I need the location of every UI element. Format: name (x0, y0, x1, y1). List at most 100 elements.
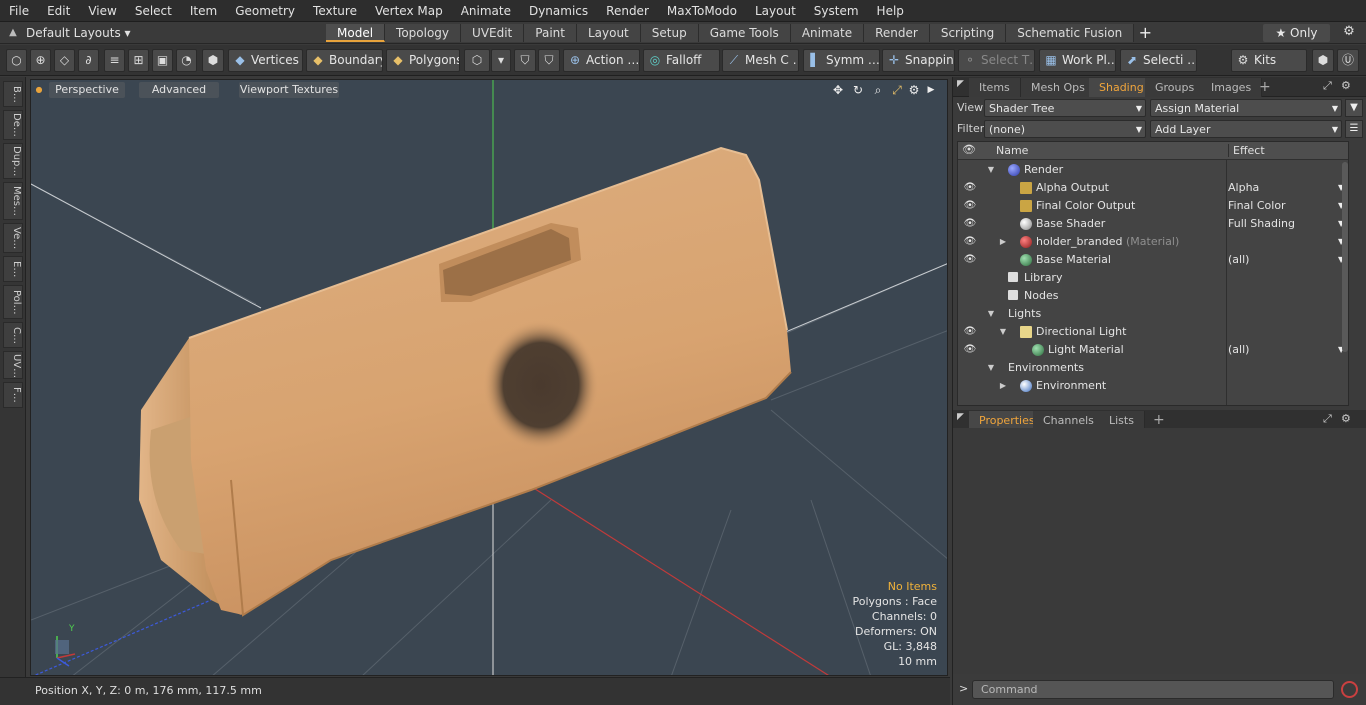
view-select[interactable]: Shader Tree ▼ (984, 99, 1146, 117)
menu-select[interactable]: Select (126, 0, 181, 22)
globe-icon[interactable]: ⊕ (30, 49, 51, 72)
tab-vertex[interactable]: Ve… (3, 223, 23, 253)
tree-row-base-material[interactable]: 👁 Base Material (all) ▼ (958, 251, 1348, 269)
menu-edit[interactable]: Edit (38, 0, 79, 22)
expand-arrow-icon[interactable]: ▼ (986, 305, 996, 323)
menu-help[interactable]: Help (868, 0, 913, 22)
tab-polygon[interactable]: Pol… (3, 285, 23, 319)
eye-icon[interactable]: 👁 (963, 251, 977, 269)
tab-topology[interactable]: Topology (385, 23, 462, 42)
eye-icon[interactable]: 👁 (963, 323, 977, 341)
expand-arrow-icon[interactable]: ▼ (986, 161, 996, 179)
menu-layout[interactable]: Layout (746, 0, 805, 22)
square-circle-icon[interactable]: ▣ (152, 49, 173, 72)
select-through-button[interactable]: ⚬Select T… (958, 49, 1035, 72)
tree-row-lights[interactable]: ▼ Lights (958, 305, 1348, 323)
tab-schematic-fusion[interactable]: Schematic Fusion (1006, 23, 1135, 42)
tab-uvedit[interactable]: UVEdit (461, 23, 525, 42)
tab-deform[interactable]: De… (3, 110, 23, 140)
panel-gear-icon[interactable]: ⚙ (1341, 412, 1351, 425)
selection-sets-button[interactable]: ⬈ Selecti … (1120, 49, 1197, 72)
viewport-gear-icon[interactable]: ⚙ (906, 82, 922, 98)
tab-basic[interactable]: B… (3, 81, 23, 107)
pan-icon[interactable]: ✥ (830, 82, 846, 98)
tree-row-base-shader[interactable]: 👁 Base Shader Full Shading ▼ (958, 215, 1348, 233)
tab-edge[interactable]: E… (3, 256, 23, 282)
menu-geometry[interactable]: Geometry (226, 0, 304, 22)
menu-vertex-map[interactable]: Vertex Map (366, 0, 452, 22)
menu-maxtomodo[interactable]: MaxToModo (658, 0, 746, 22)
tree-row-nodes[interactable]: Nodes (958, 287, 1348, 305)
collapse-arrow-icon[interactable]: ▲ (0, 27, 26, 38)
tab-setup[interactable]: Setup (640, 23, 699, 42)
item-mode-icon[interactable]: ⬢ (202, 49, 224, 72)
tree-row-environment[interactable]: ▶ Environment (958, 377, 1348, 395)
tab-mesh-ops[interactable]: Mesh Ops (1021, 78, 1096, 97)
falloff-button[interactable]: ◎ Falloff (643, 49, 720, 72)
tree-row-render[interactable]: ▼ Render (958, 161, 1348, 179)
tab-scripting[interactable]: Scripting (929, 23, 1007, 42)
circle-select-icon[interactable]: ○ (6, 49, 27, 72)
tab-model[interactable]: Model (326, 23, 386, 42)
expand-arrow-icon[interactable]: ▼ (986, 359, 996, 377)
tab-render[interactable]: Render (864, 23, 930, 42)
tab-uv[interactable]: UV… (3, 351, 23, 379)
tab-duplicate[interactable]: Dup… (3, 143, 23, 179)
zoom-icon[interactable]: ⌕ (870, 82, 886, 98)
material-mode-icon[interactable]: ⬡ (464, 49, 490, 72)
panel-corner-icon[interactable]: ◤ (957, 79, 964, 89)
brush-icon[interactable]: ∂ (78, 49, 99, 72)
tree-row-final-color-output[interactable]: 👁 Final Color Output Final Color ▼ (958, 197, 1348, 215)
assign-material-select[interactable]: Assign Material ▼ (1150, 99, 1342, 117)
add-layer-select[interactable]: Add Layer ▼ (1150, 120, 1342, 138)
menu-animate[interactable]: Animate (452, 0, 520, 22)
viewport-dot-icon[interactable]: ● (33, 82, 45, 98)
view-perspective-button[interactable]: Perspective (49, 82, 125, 98)
menu-file[interactable]: File (0, 0, 38, 22)
only-toggle-button[interactable]: ★ Only (1263, 24, 1330, 42)
layout-gear-icon[interactable]: ⚙ (1338, 24, 1360, 42)
add-panel-tab-icon[interactable]: + (1153, 410, 1165, 430)
shield-check-icon[interactable]: ⛉ (538, 49, 560, 72)
kits-button[interactable]: ⚙ Kits (1231, 49, 1307, 72)
filter-select[interactable]: (none) ▼ (984, 120, 1146, 138)
advanced-shading-button[interactable]: Advanced (139, 82, 219, 98)
viewport-textures-button[interactable]: Viewport Textures (239, 82, 339, 98)
boundary-button[interactable]: ◆ Boundary (306, 49, 383, 72)
menu-texture[interactable]: Texture (304, 0, 366, 22)
tree-row-directional-light[interactable]: 👁 ▼ Directional Light (958, 323, 1348, 341)
tab-mesh-edit[interactable]: Mes… (3, 182, 23, 220)
panel-corner-icon[interactable]: ◤ (957, 412, 964, 422)
tree-row-light-material[interactable]: 👁 Light Material (all) ▼ (958, 341, 1348, 359)
mesh-constraint-button[interactable]: ⟋ Mesh C … (722, 49, 799, 72)
list-options-icon[interactable]: ☰ (1345, 120, 1363, 138)
shield-icon[interactable]: ⛉ (514, 49, 536, 72)
unreal-icon[interactable]: Ⓤ (1337, 49, 1359, 72)
shader-tree-scrollbar[interactable] (1342, 162, 1348, 352)
eye-icon[interactable]: 👁 (963, 215, 977, 233)
tab-items[interactable]: Items (969, 78, 1021, 97)
polygons-button[interactable]: ◆ Polygons (386, 49, 460, 72)
menu-system[interactable]: System (805, 0, 868, 22)
tab-curve[interactable]: C… (3, 322, 23, 348)
menu-view[interactable]: View (79, 0, 125, 22)
menu-item[interactable]: Item (181, 0, 226, 22)
grid-snap-icon[interactable]: ⊞ (128, 49, 149, 72)
tab-images[interactable]: Images (1201, 78, 1263, 97)
maximize-icon[interactable]: ⤢ (1323, 79, 1332, 93)
work-plane-button[interactable]: ▦ Work Pl… (1039, 49, 1116, 72)
tree-row-alpha-output[interactable]: 👁 Alpha Output Alpha ▼ (958, 179, 1348, 197)
layout-selector[interactable]: Default Layouts ▾ (26, 26, 326, 40)
tree-row-library[interactable]: Library (958, 269, 1348, 287)
action-center-button[interactable]: ⊕ Action … (563, 49, 640, 72)
fit-view-icon[interactable]: ⤢ (889, 82, 905, 98)
tab-paint[interactable]: Paint (524, 23, 577, 42)
maximize-icon[interactable]: ⤢ (1323, 412, 1332, 426)
chevron-down-icon[interactable]: ▾ (491, 49, 511, 72)
tree-row-environments[interactable]: ▼ Environments (958, 359, 1348, 377)
panel-gear-icon[interactable]: ⚙ (1341, 79, 1351, 92)
command-input[interactable]: Command (972, 680, 1334, 699)
rotate-icon[interactable]: ↻ (850, 82, 866, 98)
menu-render[interactable]: Render (597, 0, 658, 22)
add-panel-tab-icon[interactable]: + (1259, 77, 1271, 97)
